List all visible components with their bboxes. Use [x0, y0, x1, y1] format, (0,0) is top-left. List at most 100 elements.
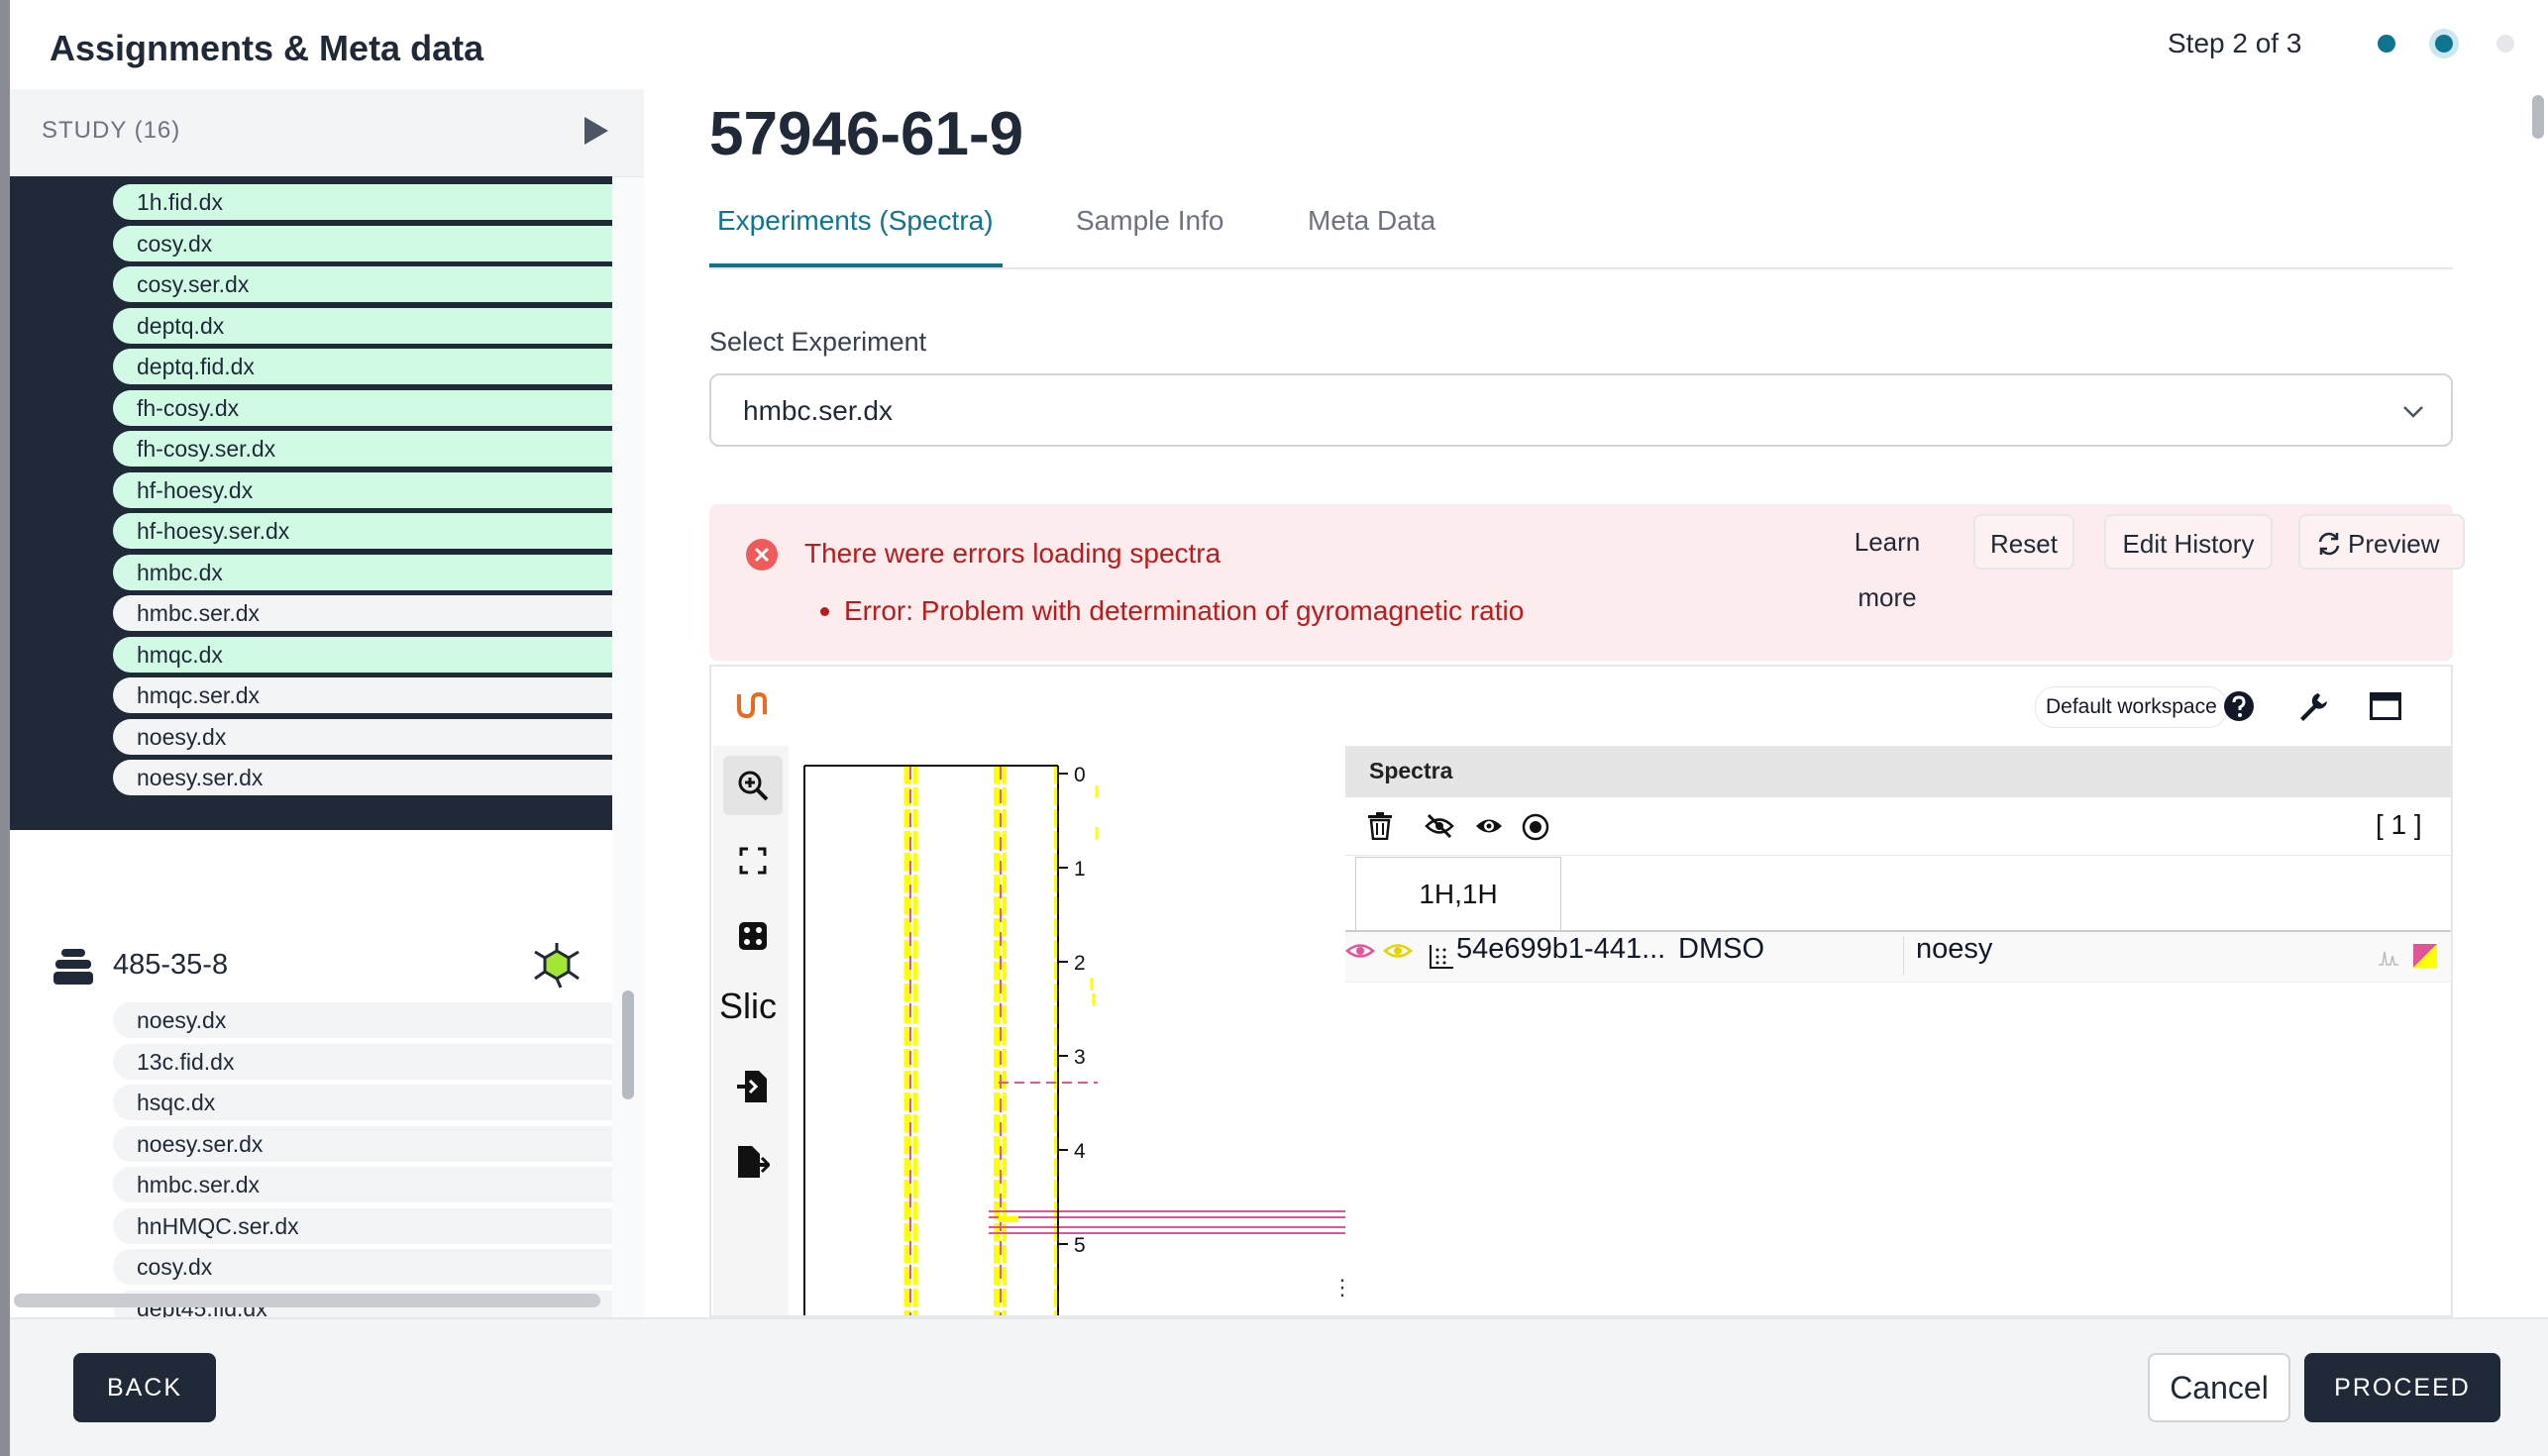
- vertical-scrollbar[interactable]: [622, 990, 634, 1099]
- cancel-button[interactable]: Cancel: [2148, 1353, 2290, 1422]
- preview-button[interactable]: Preview: [2298, 514, 2465, 570]
- trash-icon[interactable]: [1367, 812, 1393, 840]
- compound-title: 57946-61-9: [709, 100, 1024, 168]
- target-icon[interactable]: [1522, 813, 1549, 841]
- y-tick-label: 0: [1074, 764, 1086, 786]
- row-divider: [1903, 936, 1904, 976]
- bullet: [820, 607, 829, 616]
- modal-body: STUDY (16) 1h.fid.dx cosy.dx cosy.ser.dx de…: [10, 89, 2548, 1317]
- file-item[interactable]: hmbc.dx: [113, 554, 612, 590]
- step-dot-1: [2378, 35, 2395, 52]
- spectra-panel: Spectra [ 1 ] 1H,1H 54e699b1-441... DMSO…: [1345, 746, 2451, 1315]
- y-tick-label: 3: [1074, 1046, 1086, 1069]
- nucleus-tab[interactable]: 1H,1H: [1355, 857, 1561, 931]
- molecule-icon[interactable]: [533, 943, 581, 988]
- peaks-tool[interactable]: [723, 906, 783, 966]
- right-scrollbar[interactable]: [2532, 95, 2544, 139]
- proceed-button[interactable]: PROCEED: [2304, 1353, 2500, 1422]
- horizontal-scrollbar[interactable]: [14, 1294, 600, 1307]
- help-icon[interactable]: [2223, 690, 2255, 722]
- file-item[interactable]: cosy.ser.dx: [113, 266, 612, 302]
- error-circle-icon: [746, 539, 778, 571]
- workspace-selector[interactable]: Default workspace: [2035, 686, 2228, 728]
- zoom-out-tool[interactable]: [723, 831, 783, 890]
- file-item[interactable]: noesy.ser.dx: [113, 760, 612, 795]
- study-group-active: 1h.fid.dx cosy.dx cosy.ser.dx deptq.dx deptq…: [10, 176, 612, 830]
- modal-header: Assignments & Meta data Step 2 of 3: [10, 0, 2548, 91]
- file-import-icon: [737, 1071, 767, 1102]
- hide-icon[interactable]: [1425, 813, 1454, 839]
- step-dot-3: [2496, 35, 2514, 52]
- file-item[interactable]: hmbc.ser.dx: [113, 1167, 612, 1202]
- tab-bar: Experiments (Spectra) Sample Info Meta D…: [709, 196, 2453, 269]
- chevron-down-icon: [2403, 406, 2423, 418]
- file-item[interactable]: 13c.fid.dx: [113, 1043, 612, 1080]
- file-item[interactable]: hf-hoesy.dx: [113, 471, 612, 508]
- zoom-tool[interactable]: [723, 756, 783, 815]
- learn-more-link[interactable]: Learn more: [1823, 514, 1952, 612]
- play-icon[interactable]: [584, 117, 608, 145]
- assignments-modal: Assignments & Meta data Step 2 of 3 STUD…: [10, 0, 2548, 1456]
- file-item[interactable]: hnHMQC.ser.dx: [113, 1207, 612, 1244]
- file-item[interactable]: noesy.dx: [113, 1002, 612, 1038]
- fullscreen-icon: [739, 847, 767, 875]
- back-button[interactable]: BACK: [73, 1353, 216, 1422]
- file-item[interactable]: noesy.dx: [113, 718, 612, 755]
- study-header: STUDY (16): [10, 89, 644, 177]
- tab-experiments[interactable]: Experiments (Spectra): [709, 196, 1003, 267]
- modal-footer: BACK Cancel PROCEED: [10, 1317, 2548, 1456]
- spectrum-solvent: DMSO: [1678, 933, 1764, 965]
- file-item[interactable]: hmqc.dx: [113, 636, 612, 673]
- zoom-in-icon: [738, 771, 769, 801]
- plot-background: [791, 746, 1371, 1315]
- database-icon: [53, 949, 93, 985]
- study-pane: STUDY (16) 1h.fid.dx cosy.dx cosy.ser.dx de…: [10, 89, 646, 1317]
- spectrum-plot[interactable]: 0 1 2 3 4 5: [791, 746, 1371, 1317]
- y-tick-label: 4: [1074, 1140, 1086, 1163]
- step-dot-2-inner: [2435, 35, 2453, 52]
- file-item[interactable]: fh-cosy.ser.dx: [113, 431, 612, 467]
- study-group-485-35-8[interactable]: 485-35-8 noesy.dx 13c.fid.dx hsqc.dx noesy.…: [10, 830, 612, 1317]
- wrench-icon[interactable]: [2296, 690, 2328, 722]
- file-item[interactable]: hmqc.ser.dx: [113, 677, 612, 713]
- preview-label: Preview: [2348, 529, 2440, 559]
- file-export-icon: [738, 1146, 770, 1178]
- nmr-viewer: Default workspace Slic 0 1 2 3 4 5 ⋮ Spe…: [709, 665, 2453, 1317]
- visible-1d-eye-icon[interactable]: [1345, 940, 1375, 962]
- eye-icon[interactable]: [1474, 813, 1504, 839]
- peaks-small-icon: [2379, 951, 2398, 966]
- reset-button[interactable]: Reset: [1973, 514, 2074, 570]
- spectrum-row[interactable]: 54e699b1-441... DMSO noesy: [1345, 932, 2451, 983]
- modal-title: Assignments & Meta data: [50, 28, 484, 68]
- edit-history-button[interactable]: Edit History: [2104, 514, 2273, 570]
- tab-sample-info[interactable]: Sample Info: [1076, 196, 1223, 267]
- spectrum-experiment: noesy: [1916, 933, 1993, 965]
- select-experiment-label: Select Experiment: [709, 327, 927, 357]
- visible-2d-eye-icon[interactable]: [1383, 940, 1413, 962]
- spectrum-id: 54e699b1-441...: [1456, 933, 1666, 965]
- file-item[interactable]: hmbc.ser.dx: [113, 595, 612, 631]
- export-tool[interactable]: [723, 1132, 783, 1192]
- spectra-toolbar: [ 1 ]: [1345, 797, 2451, 856]
- file-item[interactable]: cosy.dx: [113, 225, 612, 261]
- file-item[interactable]: hsqc.dx: [113, 1085, 612, 1120]
- file-item[interactable]: noesy.ser.dx: [113, 1125, 612, 1162]
- experiment-select[interactable]: hmbc.ser.dx: [709, 373, 2453, 447]
- file-item[interactable]: fh-cosy.dx: [113, 389, 612, 426]
- spectra-panel-header[interactable]: Spectra: [1345, 746, 2451, 797]
- slice-tool[interactable]: Slic: [719, 986, 777, 1027]
- dice-icon: [739, 922, 767, 950]
- tab-meta-data[interactable]: Meta Data: [1308, 196, 1435, 267]
- details-pane: 57946-61-9 Experiments (Spectra) Sample …: [644, 89, 2548, 1317]
- window-icon[interactable]: [2370, 692, 2401, 720]
- refresh-icon: [2318, 532, 2340, 556]
- import-tool[interactable]: [723, 1057, 783, 1116]
- study-label: STUDY (16): [42, 117, 181, 144]
- file-item[interactable]: hf-hoesy.ser.dx: [113, 513, 612, 549]
- file-item[interactable]: cosy.dx: [113, 1249, 612, 1285]
- file-item[interactable]: deptq.dx: [113, 307, 612, 344]
- y-tick-label: 2: [1074, 952, 1086, 975]
- file-item[interactable]: deptq.fid.dx: [113, 349, 612, 384]
- file-item[interactable]: 1h.fid.dx: [113, 184, 612, 220]
- color-swatch-icon[interactable]: [2413, 944, 2437, 968]
